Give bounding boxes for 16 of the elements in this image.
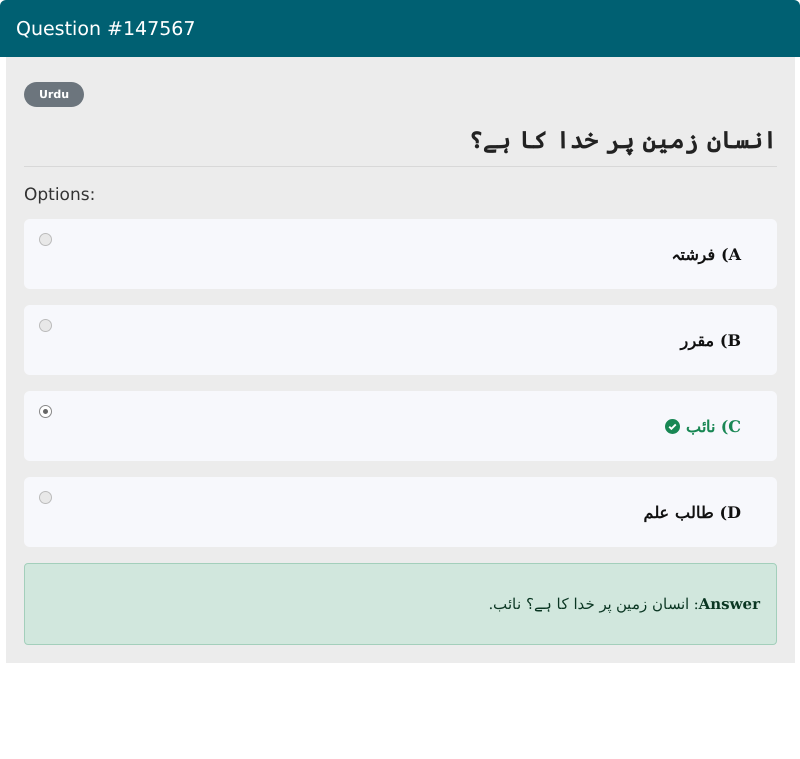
option-card[interactable]: C) نائب bbox=[24, 391, 777, 461]
question-text: انسان زمین پر خدا کا ہے؟ bbox=[468, 125, 777, 158]
language-badge: Urdu bbox=[24, 82, 84, 107]
option-text: D) طالب علم bbox=[643, 503, 741, 522]
radio-button[interactable] bbox=[39, 233, 52, 246]
radio-button[interactable] bbox=[39, 491, 52, 504]
option-text: A) فرشتہ bbox=[671, 245, 741, 264]
option-text: C) نائب bbox=[686, 417, 741, 436]
question-title: Question #147567 bbox=[16, 18, 196, 40]
option-card[interactable]: A) فرشتہ bbox=[24, 219, 777, 289]
options-label: Options: bbox=[24, 185, 96, 205]
radio-button[interactable] bbox=[39, 405, 52, 418]
option-card[interactable]: B) مقرر bbox=[24, 305, 777, 375]
option-text: B) مقرر bbox=[680, 331, 741, 350]
option-card[interactable]: D) طالب علم bbox=[24, 477, 777, 547]
radio-button[interactable] bbox=[39, 319, 52, 332]
